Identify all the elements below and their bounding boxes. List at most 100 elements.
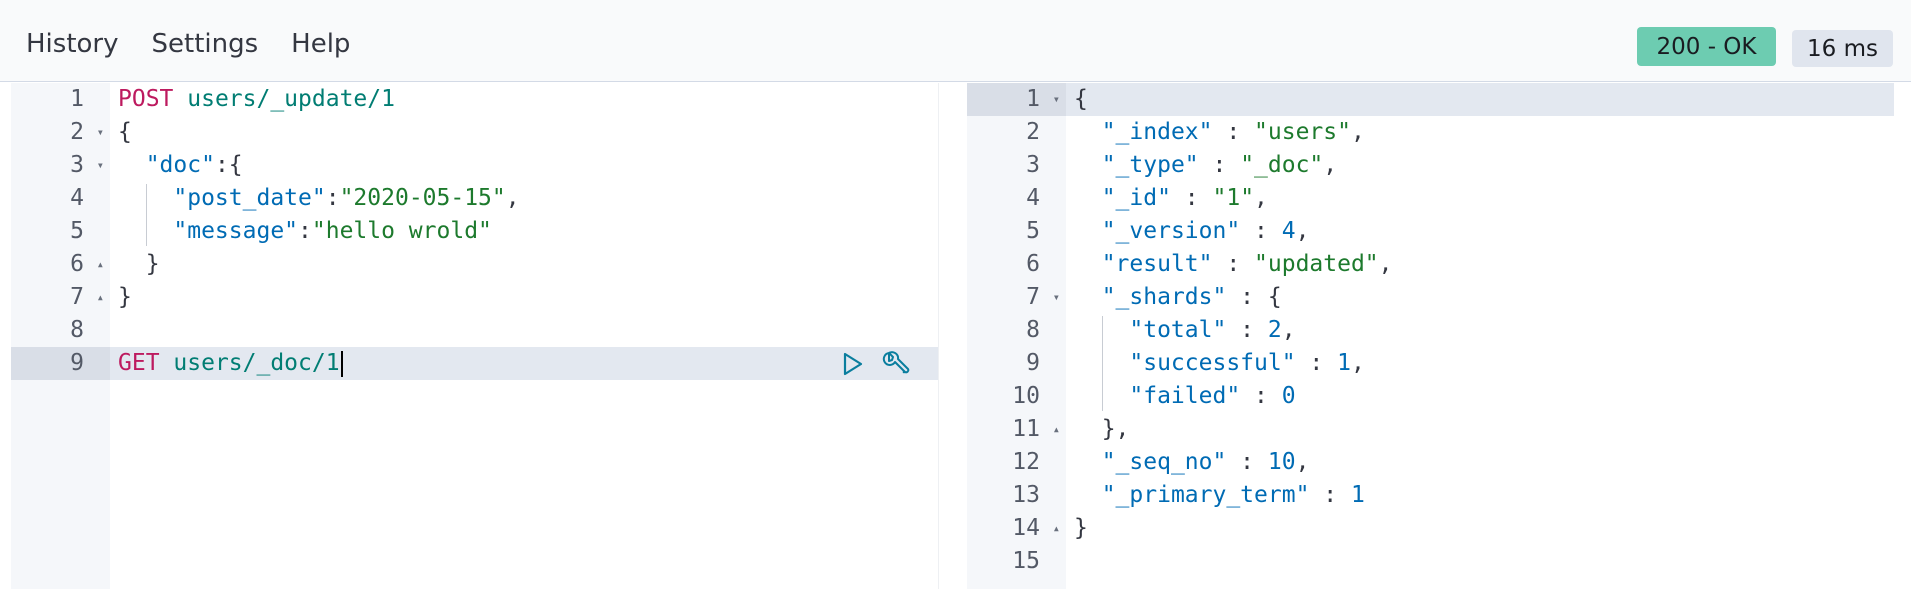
indent-guide — [146, 184, 147, 246]
code-text: } — [118, 248, 160, 281]
token-kw: POST — [118, 86, 174, 112]
token-plain: , — [1295, 449, 1310, 475]
request-actions — [838, 347, 922, 380]
token-key: "failed" — [1129, 383, 1241, 409]
request-editor[interactable]: 1 POST users/_update/1 2 ▾{3 ▾ "doc":{4 "pos… — [11, 83, 938, 589]
line-number: 1 — [70, 86, 84, 112]
line-gutter: 4 — [967, 182, 1066, 215]
request-line[interactable]: 6 ▴ } — [11, 248, 938, 281]
response-line: 1 ▾{ — [967, 83, 1894, 116]
code-text: "_version" : 4, — [1074, 215, 1310, 248]
line-gutter: 5 — [11, 215, 110, 248]
request-line[interactable]: 5 "message":"hello wrold" — [11, 215, 938, 248]
token-num: 4 — [1281, 218, 1296, 244]
request-line[interactable]: 7 ▴} — [11, 281, 938, 314]
line-gutter: 6 ▴ — [11, 248, 110, 281]
token-plain: , — [1350, 119, 1365, 145]
unfold-toggle-icon[interactable]: ▴ — [1053, 413, 1060, 446]
fold-toggle-icon[interactable]: ▾ — [1053, 281, 1060, 314]
unfold-toggle-icon[interactable]: ▴ — [97, 248, 104, 281]
response-line: 10 "failed" : 0 — [967, 380, 1894, 413]
pane-resizer[interactable] — [938, 83, 967, 589]
token-key: "_shards" — [1101, 284, 1227, 310]
token-plain: } — [118, 251, 160, 277]
response-viewer: 1 ▾{2 "_index" : "users", 3 "_type" : "_do… — [967, 83, 1894, 589]
token-plain: : — [1212, 251, 1255, 277]
response-line: 2 "_index" : "users", — [967, 116, 1894, 149]
code-text: "_shards" : { — [1074, 281, 1282, 314]
line-gutter: 3 — [967, 149, 1066, 182]
response-line: 4 "_id" : "1", — [967, 182, 1894, 215]
menu-history[interactable]: History — [26, 29, 119, 59]
line-number: 15 — [1012, 548, 1040, 574]
unfold-toggle-icon[interactable]: ▴ — [97, 281, 104, 314]
request-line[interactable]: 8 — [11, 314, 938, 347]
line-gutter: 6 — [967, 248, 1066, 281]
token-plain: } — [1074, 515, 1088, 541]
fold-toggle-icon[interactable]: ▾ — [97, 116, 104, 149]
line-number: 2 — [70, 119, 84, 145]
response-line: 6 "result" : "updated", — [967, 248, 1894, 281]
line-number: 9 — [70, 350, 84, 376]
line-gutter: 5 — [967, 215, 1066, 248]
token-key: "_id" — [1101, 185, 1171, 211]
line-number: 6 — [70, 251, 84, 277]
token-str: "hello wrold" — [311, 218, 492, 244]
token-plain: : { — [1226, 284, 1282, 310]
line-number: 7 — [70, 284, 84, 310]
token-key: "_version" — [1101, 218, 1241, 244]
token-num: 1 — [1337, 350, 1351, 376]
line-gutter: 13 — [967, 479, 1066, 512]
token-str: "_doc" — [1240, 152, 1324, 178]
text-cursor — [340, 350, 343, 377]
wrench-icon[interactable] — [880, 349, 910, 379]
line-number: 11 — [1012, 416, 1040, 442]
token-plain: :{ — [214, 152, 243, 178]
play-icon[interactable] — [838, 349, 868, 379]
line-number: 13 — [1012, 482, 1040, 508]
console-toolbar: History Settings Help 200 - OK 16 ms — [0, 0, 1911, 82]
code-text: "_index" : "users", — [1074, 116, 1365, 149]
menu-help[interactable]: Help — [291, 29, 350, 59]
request-line[interactable]: 2 ▾{ — [11, 116, 938, 149]
line-number: 5 — [70, 218, 84, 244]
token-str: "users" — [1254, 119, 1351, 145]
token-plain: : — [1212, 119, 1255, 145]
code-text: GET users/_doc/1 — [118, 347, 343, 380]
token-plain: : — [1198, 152, 1241, 178]
fold-toggle-icon[interactable]: ▾ — [1053, 83, 1060, 116]
fold-toggle-icon[interactable]: ▾ — [97, 149, 104, 182]
line-gutter: 4 — [11, 182, 110, 215]
unfold-toggle-icon[interactable]: ▴ — [1053, 512, 1060, 545]
menu-settings[interactable]: Settings — [152, 29, 259, 59]
console-menu: History Settings Help — [26, 29, 383, 59]
request-line[interactable]: 4 "post_date":"2020-05-15", — [11, 182, 938, 215]
token-key: "_index" — [1101, 119, 1213, 145]
code-text: } — [118, 281, 132, 314]
code-text: "post_date":"2020-05-15", — [118, 182, 519, 215]
token-plain: : — [1226, 449, 1268, 475]
request-line[interactable]: 1 POST users/_update/1 — [11, 83, 938, 116]
token-key: "post_date" — [173, 185, 326, 211]
code-text: "_seq_no" : 10, — [1074, 446, 1310, 479]
line-gutter: 2 — [967, 116, 1066, 149]
token-plain: : — [1309, 482, 1351, 508]
token-num: 2 — [1267, 317, 1282, 343]
line-number: 14 — [1012, 515, 1040, 541]
request-line[interactable]: 9 GET users/_doc/1 — [11, 347, 938, 380]
request-time-badge: 16 ms — [1792, 30, 1893, 67]
request-line[interactable]: 3 ▾ "doc":{ — [11, 149, 938, 182]
indent-guide — [1102, 316, 1103, 411]
response-line: 7 ▾ "_shards" : { — [967, 281, 1894, 314]
response-line: 3 "_type" : "_doc", — [967, 149, 1894, 182]
line-number: 7 — [1026, 284, 1040, 310]
token-plain: : — [1170, 185, 1213, 211]
code-text: { — [1074, 83, 1088, 116]
token-plain: : — [1240, 383, 1282, 409]
line-gutter: 3 ▾ — [11, 149, 110, 182]
code-text: "failed" : 0 — [1074, 380, 1295, 413]
token-str: "1" — [1212, 185, 1255, 211]
